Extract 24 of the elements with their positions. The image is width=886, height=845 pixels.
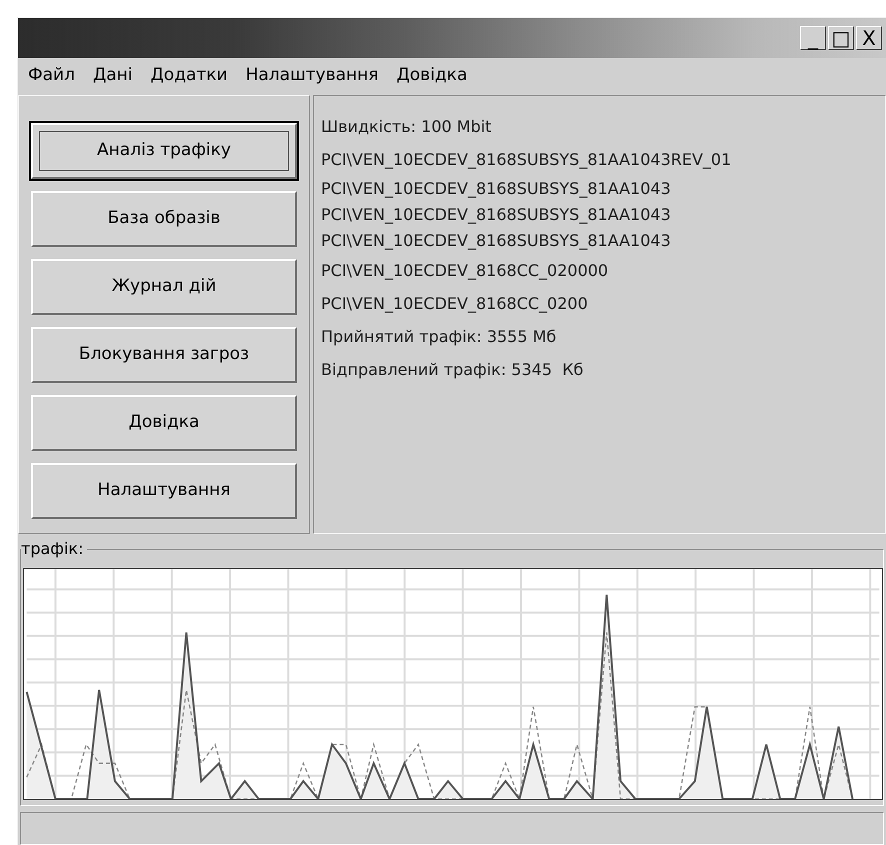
window-control-button[interactable]: X: [856, 26, 882, 50]
menu-item[interactable]: Дані: [92, 63, 133, 89]
info-line: PCI\VEN_10ECDEV_8168CC_020000: [321, 260, 610, 282]
info-line: Відправлений трафік: 5345 Кб: [321, 359, 584, 381]
info-line: PCI\VEN_10ECDEV_8168SUBSYS_81AA1043REV_01: [321, 149, 732, 171]
window-control-button[interactable]: □: [828, 26, 854, 50]
nav-button[interactable]: База образів: [31, 191, 297, 247]
menu-item[interactable]: Налаштування: [246, 63, 378, 89]
info-line: PCI\VEN_10ECDEV_8168SUBSYS_81AA1043: [321, 204, 672, 226]
nav-button[interactable]: Журнал дій: [31, 259, 297, 315]
info-line: PCI\VEN_10ECDEV_8168SUBSYS_81AA1043: [321, 178, 672, 200]
info-line: PCI\VEN_10ECDEV_8168SUBSYS_81AA1043: [321, 230, 672, 252]
menu-item[interactable]: Довідка: [396, 63, 468, 89]
nav-button[interactable]: Налаштування: [31, 463, 297, 519]
window-control-button[interactable]: _: [800, 26, 826, 50]
info-line: PCI\VEN_10ECDEV_8168CC_0200: [321, 293, 589, 315]
info-line: Прийнятий трафік: 3555 Мб: [321, 326, 558, 348]
nav-button[interactable]: Блокування загроз: [31, 327, 297, 383]
menu-item[interactable]: Файл: [28, 63, 75, 89]
menu-item[interactable]: Додатки: [150, 63, 228, 89]
info-line: Швидкість: 100 Mbit: [321, 116, 492, 138]
nav-button[interactable]: Аналіз трафіку: [31, 123, 297, 179]
group-title: трафік:: [21, 539, 88, 559]
nav-button[interactable]: Довідка: [31, 395, 297, 451]
